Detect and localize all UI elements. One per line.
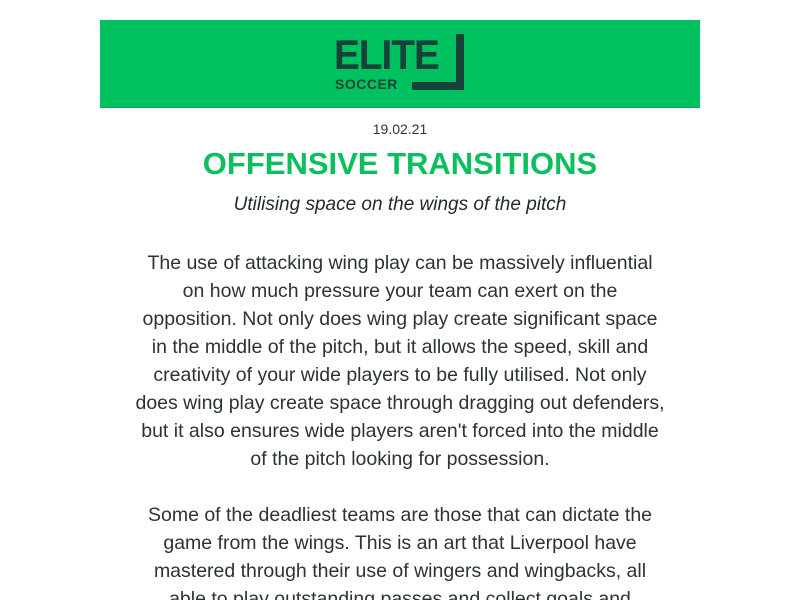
article-subtitle: Utilising space on the wings of the pitc… xyxy=(233,194,567,215)
article-paragraph: The use of attacking wing play can be ma… xyxy=(135,252,665,470)
logo-sub-text: SOCCER xyxy=(335,75,398,92)
email-container: ELITE SOCCER 19.02.21 OFFENSIVE TRANSITI… xyxy=(100,0,700,600)
logo-bracket-horizontal xyxy=(412,81,464,90)
article-date: 19.02.21 xyxy=(372,121,428,137)
article-content: 19.02.21 OFFENSIVE TRANSITIONS Utilising… xyxy=(100,121,700,600)
logo-main-text: ELITE xyxy=(334,30,440,78)
article-paragraph: Some of the deadliest teams are those th… xyxy=(147,504,653,600)
article-title: OFFENSIVE TRANSITIONS xyxy=(202,146,598,181)
header-banner: ELITE SOCCER xyxy=(100,20,700,108)
elite-soccer-logo[interactable]: ELITE SOCCER xyxy=(334,30,466,94)
